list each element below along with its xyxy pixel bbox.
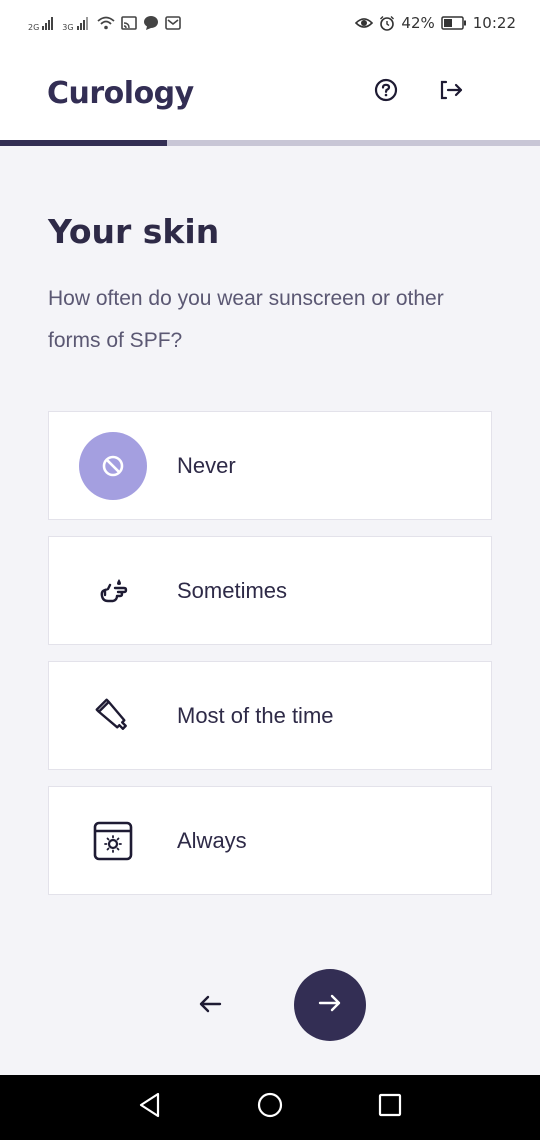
network-type-2: 3G: [62, 23, 74, 32]
cast-icon: [120, 16, 137, 30]
arrow-right-icon: [317, 992, 343, 1019]
option-sometimes[interactable]: Sometimes: [48, 536, 492, 645]
alarm-icon: [379, 15, 395, 31]
battery-icon: [441, 16, 467, 30]
clock-time: 10:22: [472, 14, 516, 32]
question-circle-icon: [374, 78, 398, 107]
hand-drop-icon: [79, 557, 147, 625]
tube-icon: [79, 682, 147, 750]
system-back-button[interactable]: [135, 1092, 165, 1122]
signal-icon: [76, 16, 91, 30]
system-nav-bar: [0, 1075, 540, 1140]
option-always[interactable]: Always: [48, 786, 492, 895]
system-recents-button[interactable]: [375, 1092, 405, 1122]
network-type-1: 2G: [28, 23, 40, 32]
no-symbol-icon: [79, 431, 147, 500]
logout-arrow-icon: [439, 79, 465, 106]
question-text: How often do you wear sunscreen or other…: [48, 287, 444, 352]
arrow-left-icon: [197, 993, 223, 1020]
logout-button[interactable]: [438, 78, 466, 106]
message-icon: [143, 15, 159, 31]
progress-fill: [0, 140, 168, 146]
eye-icon: [355, 16, 374, 30]
signal-icon: [42, 16, 56, 30]
status-bar-right: 42% 10:22: [355, 14, 516, 32]
back-button[interactable]: [190, 986, 230, 1026]
triangle-back-icon: [138, 1092, 162, 1123]
gmail-icon: [164, 16, 181, 30]
page-title: Your skin: [48, 212, 220, 251]
wifi-icon: [97, 16, 115, 30]
status-bar-left: 2G 3G: [28, 14, 181, 32]
sun-window-icon: [79, 807, 147, 875]
status-bar: 2G 3G 42% 10:22: [0, 0, 540, 46]
option-never[interactable]: Never: [48, 411, 492, 520]
circle-home-icon: [256, 1091, 284, 1124]
answer-options: Never Sometimes Most of the time Always: [48, 411, 492, 911]
option-label: Never: [177, 452, 236, 478]
battery-percent: 42%: [401, 14, 435, 32]
system-home-button[interactable]: [255, 1092, 285, 1122]
next-button[interactable]: [294, 969, 366, 1041]
app-header: Curology: [0, 46, 540, 140]
progress-bar: [0, 140, 540, 146]
option-label: Sometimes: [177, 577, 288, 603]
option-label: Always: [177, 827, 247, 853]
option-label: Most of the time: [177, 702, 334, 728]
app-logo: Curology: [47, 75, 194, 111]
square-recents-icon: [378, 1093, 402, 1122]
help-button[interactable]: [372, 78, 400, 106]
option-most-of-the-time[interactable]: Most of the time: [48, 661, 492, 770]
